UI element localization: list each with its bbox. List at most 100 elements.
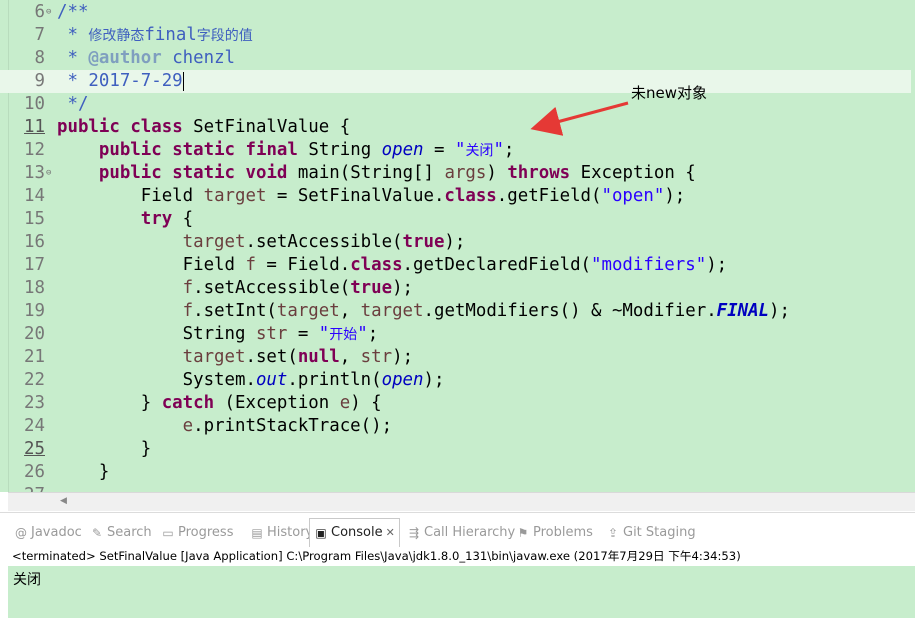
tab-label: History — [267, 525, 314, 540]
horizontal-scrollbar[interactable]: ◀ — [8, 492, 915, 511]
code-text: System.out.println(open); — [57, 370, 445, 390]
panel-divider — [0, 512, 915, 513]
code-line[interactable]: 12 public static final String open = "关闭… — [0, 139, 915, 162]
tab-console[interactable]: ▣ Console ✕ — [309, 518, 400, 547]
tab-label: Call Hierarchy — [424, 525, 516, 540]
code-text: target.setAccessible(true); — [182, 232, 466, 252]
code-text: public static final String open = "关闭"; — [98, 140, 515, 160]
code-text: * 修改静态final字段的值 — [57, 25, 253, 45]
tab-problems[interactable]: ⚑ Problems — [516, 520, 593, 546]
code-text: } catch (Exception e) { — [57, 393, 382, 413]
code-text: public class SetFinalValue { — [57, 117, 351, 137]
line-number: 21 — [24, 347, 45, 367]
line-number: 24 — [24, 416, 45, 436]
tab-label: Javadoc — [31, 525, 82, 540]
code-text: } — [57, 439, 152, 459]
code-line[interactable]: 13 ⊖ public static void main(String[] arg… — [0, 162, 915, 185]
tab-history[interactable]: ▤ History — [250, 520, 313, 546]
line-number: 10 — [24, 94, 45, 114]
code-line[interactable]: 15 try { — [0, 208, 915, 231]
tab-label: Console — [331, 525, 383, 540]
code-text: * 2017-7-29 — [57, 71, 184, 91]
fold-toggle-icon[interactable]: ⊖ — [46, 162, 51, 185]
call-hierarchy-icon: ⇶ — [408, 526, 420, 540]
problems-icon: ⚑ — [517, 526, 529, 540]
code-line[interactable]: 26 } — [0, 461, 915, 484]
line-number: 8 — [34, 48, 45, 68]
line-number: 13 — [24, 163, 45, 183]
line-number: 22 — [24, 370, 45, 390]
line-number: 19 — [24, 301, 45, 321]
line-number: 23 — [24, 393, 45, 413]
line-number: 7 — [34, 25, 45, 45]
code-line[interactable]: 17 Field f = Field.class.getDeclaredFiel… — [0, 254, 915, 277]
code-line[interactable]: 10 */ — [0, 93, 915, 116]
code-text: String str = "开始"; — [57, 324, 379, 344]
code-line[interactable]: 14 Field target = SetFinalValue.class.ge… — [0, 185, 915, 208]
tab-label: Progress — [178, 525, 234, 540]
code-text: try { — [140, 209, 194, 229]
annotation-label: 未new对象 — [631, 84, 708, 102]
tab-label: Search — [107, 525, 152, 540]
tab-javadoc[interactable]: @ Javadoc — [14, 520, 82, 546]
tab-search[interactable]: ✎ Search — [90, 520, 152, 546]
code-line[interactable]: 9 * 2017-7-29 — [0, 70, 915, 93]
code-line[interactable]: 18 f.setAccessible(true); — [0, 277, 915, 300]
git-staging-icon: ⇪ — [607, 526, 619, 540]
code-text: public static void main(String[] args) t… — [98, 163, 696, 183]
code-text: f.setInt(target, target.getModifiers() &… — [182, 301, 790, 321]
code-line[interactable]: 19 f.setInt(target, target.getModifiers(… — [0, 300, 915, 323]
code-line[interactable]: 20 String str = "开始"; — [0, 323, 915, 346]
code-line[interactable]: 8 * @author chenzl — [0, 47, 915, 70]
code-text: Field f = Field.class.getDeclaredField("… — [57, 255, 728, 275]
console-output-text: 关闭 — [13, 572, 41, 588]
code-line[interactable]: 24 e.printStackTrace(); — [0, 415, 915, 438]
code-line[interactable]: 11 public class SetFinalValue { — [0, 116, 915, 139]
code-line[interactable]: 21 target.set(null, str); — [0, 346, 915, 369]
line-number: 20 — [24, 324, 45, 344]
code-text: f.setAccessible(true); — [182, 278, 414, 298]
tab-git-staging[interactable]: ⇪ Git Staging — [606, 520, 696, 546]
line-number: 26 — [24, 462, 45, 482]
code-line[interactable]: 25 } — [0, 438, 915, 461]
progress-icon: ▭ — [162, 526, 174, 540]
line-number: 27 — [23, 484, 45, 492]
code-text: Field target = SetFinalValue.class.getFi… — [57, 186, 686, 206]
code-line[interactable]: 16 target.setAccessible(true); — [0, 231, 915, 254]
close-icon[interactable]: ✕ — [386, 520, 395, 546]
line-number: 6 — [34, 2, 45, 22]
line-number: 9 — [34, 71, 45, 91]
line-number: 25 — [24, 439, 45, 459]
code-line[interactable]: 6 ⊖ /** — [0, 1, 915, 24]
tab-label: Problems — [533, 525, 593, 540]
overview-ruler[interactable] — [911, 0, 915, 492]
line-number: 14 — [24, 186, 45, 206]
scroll-left-arrow-icon[interactable]: ◀ — [60, 496, 67, 506]
code-editor[interactable]: 6 ⊖/** 7 * 修改静态final字段的值 8 * @author chenzl… — [0, 0, 915, 492]
line-number: 16 — [24, 232, 45, 252]
fold-toggle-icon[interactable]: ⊖ — [46, 1, 51, 24]
code-text: target.set(null, str); — [182, 347, 414, 367]
code-text: e.printStackTrace(); — [182, 416, 393, 436]
search-icon: ✎ — [91, 526, 103, 540]
console-status: <terminated> SetFinalValue [Java Applica… — [12, 549, 741, 563]
code-line[interactable]: 7 * 修改静态final字段的值 — [0, 24, 915, 47]
javadoc-icon: @ — [15, 526, 27, 540]
line-number: 12 — [24, 140, 45, 160]
line-number: 11 — [24, 117, 45, 137]
code-text: } — [57, 462, 110, 482]
line-number: 18 — [24, 278, 45, 298]
console-icon: ▣ — [315, 526, 327, 540]
code-line[interactable]: 22 System.out.println(open); — [0, 369, 915, 392]
code-text: /** — [57, 2, 89, 22]
code-line[interactable]: 27 — [0, 484, 915, 492]
history-icon: ▤ — [251, 526, 263, 540]
tab-progress[interactable]: ▭ Progress — [161, 520, 233, 546]
panel-tab-bar: @ Javadoc ✎ Search ▭ Progress ▤ History ▣ Console… — [8, 518, 915, 547]
tab-call-hierarchy[interactable]: ⇶ Call Hierarchy — [407, 520, 515, 546]
code-line[interactable]: 23 } catch (Exception e) { — [0, 392, 915, 415]
line-number: 17 — [24, 255, 45, 275]
tab-label: Git Staging — [623, 525, 696, 540]
code-text: */ — [57, 94, 89, 114]
console-output[interactable]: 关闭 — [8, 566, 915, 618]
